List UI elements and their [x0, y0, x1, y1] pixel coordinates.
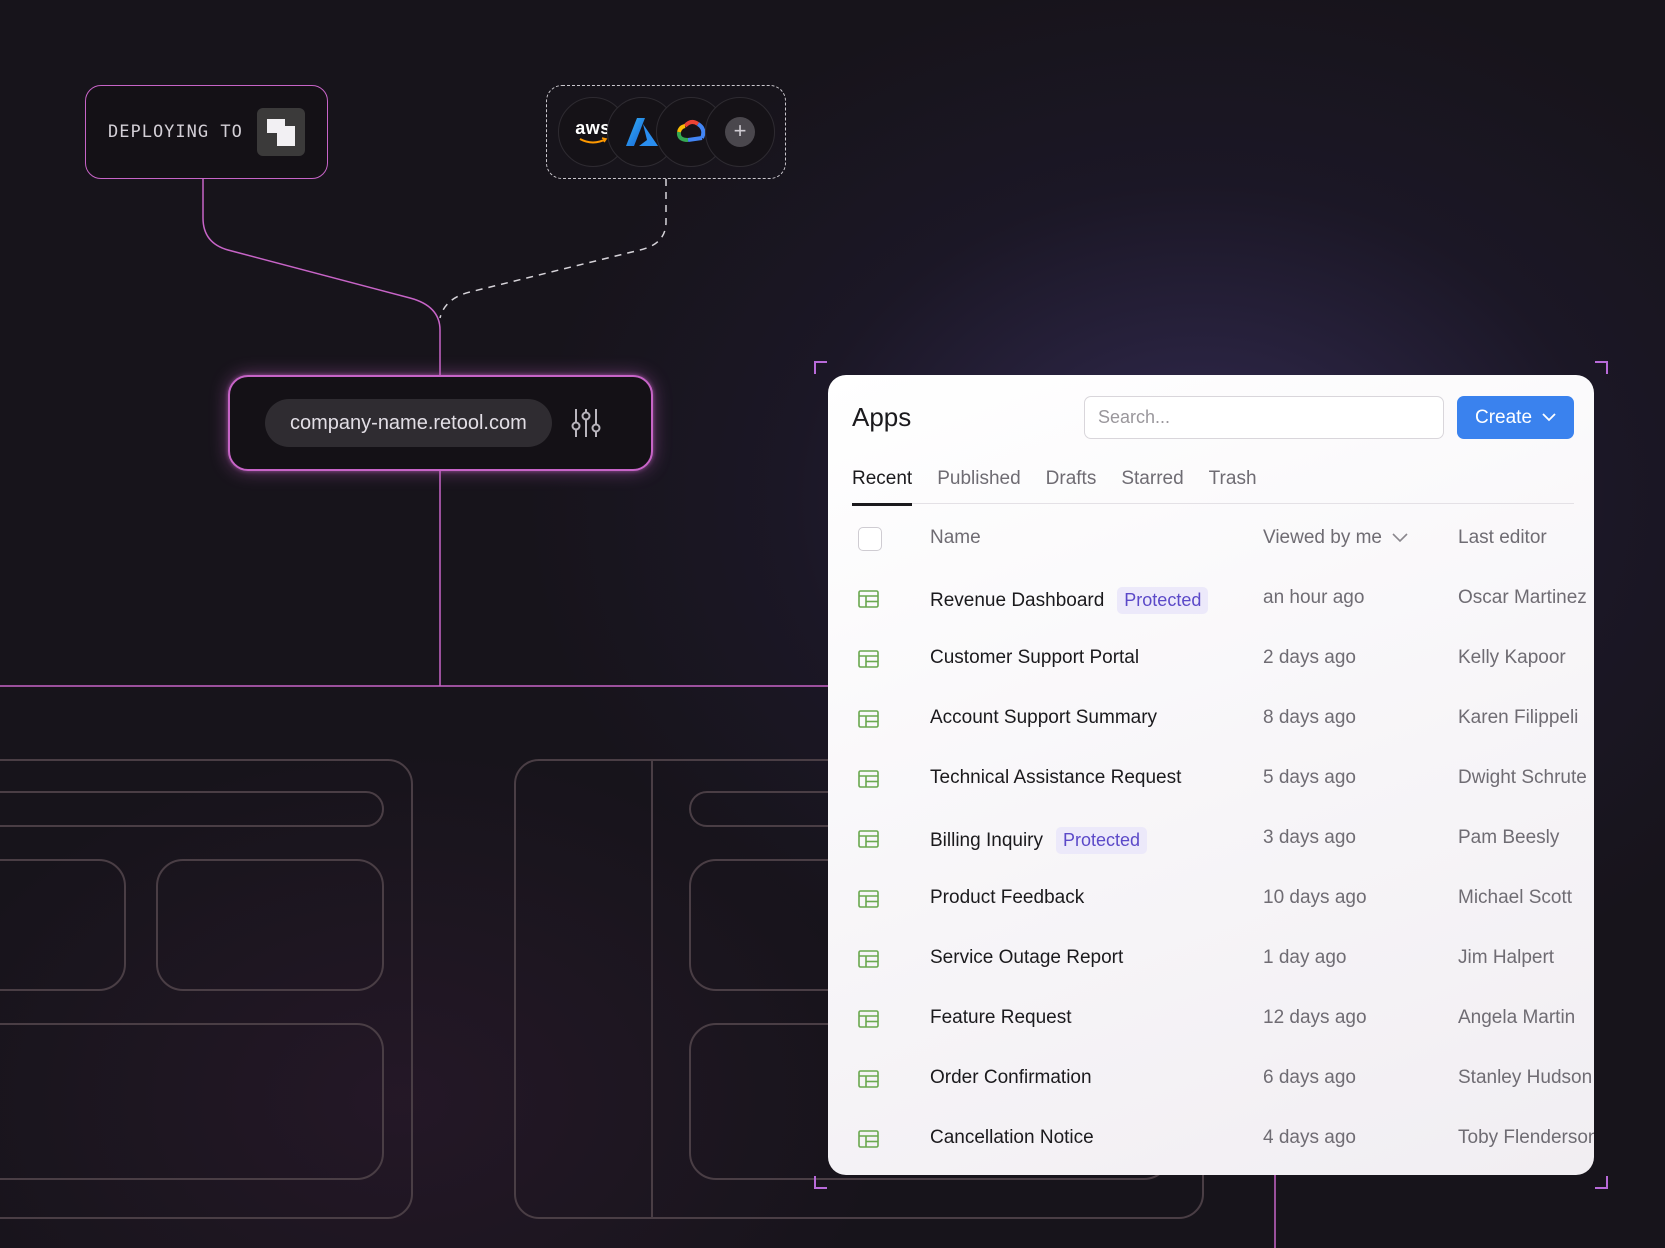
- table-row[interactable]: Order Confirmation 6 days ago Stanley Huds…: [828, 1049, 1594, 1109]
- app-name-cell: Product Feedback: [930, 887, 1084, 909]
- chevron-down-icon: [1542, 413, 1556, 422]
- table-row[interactable]: Feature Request 12 days ago Angela Martin: [828, 989, 1594, 1049]
- column-header-viewed[interactable]: Viewed by me: [1263, 527, 1408, 549]
- connector-deploy: [202, 179, 441, 375]
- editor-cell: Jim Halpert: [1458, 947, 1555, 968]
- app-table-icon: [858, 770, 879, 788]
- app-table-icon: [858, 1010, 879, 1028]
- viewed-cell: 8 days ago: [1263, 707, 1356, 728]
- tab-published[interactable]: Published: [937, 468, 1020, 504]
- create-label: Create: [1474, 406, 1533, 428]
- retool-logo-icon: [257, 108, 305, 156]
- app-table-icon: [858, 950, 879, 968]
- deploying-to-label: DEPLOYING TO: [108, 122, 243, 142]
- create-button[interactable]: Create: [1457, 396, 1574, 439]
- table-row[interactable]: Billing Inquiry Protected 3 days ago Pam Be…: [828, 809, 1594, 869]
- deploying-to-card: DEPLOYING TO: [85, 85, 328, 179]
- connector-providers: [439, 179, 667, 319]
- cloud-providers: aws +: [546, 85, 786, 179]
- app-table-icon: [858, 1130, 879, 1148]
- sliders-icon[interactable]: [569, 406, 603, 440]
- tab-recent[interactable]: Recent: [852, 468, 913, 506]
- tabs: Recent Published Drafts Starred Trash: [852, 468, 1574, 506]
- instance-url[interactable]: company-name.retool.com: [265, 399, 552, 447]
- app-name-cell: Feature Request: [930, 1007, 1072, 1029]
- viewed-cell: 3 days ago: [1263, 827, 1356, 848]
- editor-cell: Angela Martin: [1458, 1007, 1576, 1028]
- editor-cell: Oscar Martinez: [1458, 587, 1587, 608]
- editor-cell: Toby Flenderson: [1458, 1127, 1594, 1148]
- protected-badge: Protected: [1117, 587, 1209, 614]
- app-name-cell: Billing Inquiry Protected: [930, 827, 1148, 854]
- corner-bracket: [814, 1176, 827, 1189]
- viewed-cell: an hour ago: [1263, 587, 1365, 608]
- app-name-cell: Account Support Summary: [930, 707, 1157, 729]
- app-table-icon: [858, 830, 879, 848]
- app-name[interactable]: Product Feedback: [930, 887, 1084, 909]
- table-row[interactable]: Customer Support Portal 2 days ago Kelly K…: [828, 629, 1594, 689]
- editor-cell: Pam Beesly: [1458, 827, 1560, 848]
- column-header-editor[interactable]: Last editor: [1458, 527, 1547, 549]
- app-name[interactable]: Service Outage Report: [930, 947, 1123, 969]
- table-row[interactable]: Account Support Summary 8 days ago Karen F…: [828, 689, 1594, 749]
- apps-panel: Apps Create Recent Published Drafts Star…: [828, 375, 1594, 1175]
- corner-bracket: [814, 361, 827, 374]
- column-header-viewed-label: Viewed by me: [1263, 527, 1382, 548]
- viewed-cell: 1 day ago: [1263, 947, 1347, 968]
- aws-label: aws: [575, 118, 611, 138]
- wireframe-left: [0, 759, 413, 1219]
- app-name-cell: Order Confirmation: [930, 1067, 1092, 1089]
- editor-cell: Dwight Schrute: [1458, 767, 1587, 788]
- protected-badge: Protected: [1056, 827, 1148, 854]
- app-name[interactable]: Account Support Summary: [930, 707, 1157, 729]
- app-name[interactable]: Billing Inquiry: [930, 830, 1043, 852]
- app-name-cell: Cancellation Notice: [930, 1127, 1094, 1149]
- chevron-down-icon: [1392, 533, 1408, 543]
- app-table-icon: [858, 890, 879, 908]
- table-header: Name Viewed by me Last editor: [828, 509, 1594, 569]
- add-provider-button[interactable]: +: [705, 97, 775, 167]
- viewed-cell: 6 days ago: [1263, 1067, 1356, 1088]
- corner-bracket: [1595, 361, 1608, 374]
- app-name-cell: Customer Support Portal: [930, 647, 1139, 669]
- search-input[interactable]: [1084, 396, 1444, 439]
- app-table-icon: [858, 590, 879, 608]
- corner-bracket: [1595, 1176, 1608, 1189]
- app-table-icon: [858, 1070, 879, 1088]
- viewed-cell: 5 days ago: [1263, 767, 1356, 788]
- app-table-icon: [858, 710, 879, 728]
- app-name-cell: Revenue Dashboard Protected: [930, 587, 1209, 614]
- viewed-cell: 12 days ago: [1263, 1007, 1367, 1028]
- table-row[interactable]: Product Feedback 10 days ago Michael Scott: [828, 869, 1594, 929]
- app-name-cell: Service Outage Report: [930, 947, 1123, 969]
- instance-url-card: company-name.retool.com: [228, 375, 653, 471]
- column-header-name[interactable]: Name: [930, 527, 981, 549]
- app-name[interactable]: Revenue Dashboard: [930, 590, 1104, 612]
- app-name[interactable]: Customer Support Portal: [930, 647, 1139, 669]
- tab-trash[interactable]: Trash: [1209, 468, 1257, 504]
- editor-cell: Karen Filippeli: [1458, 707, 1579, 728]
- page-title: Apps: [852, 402, 912, 432]
- viewed-cell: 10 days ago: [1263, 887, 1367, 908]
- app-name[interactable]: Order Confirmation: [930, 1067, 1092, 1089]
- table-row[interactable]: Technical Assistance Request 5 days ago Dw…: [828, 749, 1594, 809]
- select-all-checkbox[interactable]: [858, 527, 882, 551]
- editor-cell: Stanley Hudson: [1458, 1067, 1593, 1088]
- viewed-cell: 2 days ago: [1263, 647, 1356, 668]
- table-row[interactable]: Revenue Dashboard Protected an hour ago Osc…: [828, 569, 1594, 629]
- plus-icon: +: [725, 117, 755, 147]
- app-name[interactable]: Cancellation Notice: [930, 1127, 1094, 1149]
- app-table-icon: [858, 650, 879, 668]
- table-row[interactable]: Cancellation Notice 4 days ago Toby Flende…: [828, 1109, 1594, 1169]
- editor-cell: Kelly Kapoor: [1458, 647, 1566, 668]
- table-row[interactable]: Service Outage Report 1 day ago Jim Halper…: [828, 929, 1594, 989]
- app-name-cell: Technical Assistance Request: [930, 767, 1181, 789]
- tab-drafts[interactable]: Drafts: [1046, 468, 1097, 504]
- tab-starred[interactable]: Starred: [1121, 468, 1183, 504]
- editor-cell: Michael Scott: [1458, 887, 1573, 908]
- app-name[interactable]: Technical Assistance Request: [930, 767, 1181, 789]
- viewed-cell: 4 days ago: [1263, 1127, 1356, 1148]
- app-name[interactable]: Feature Request: [930, 1007, 1072, 1029]
